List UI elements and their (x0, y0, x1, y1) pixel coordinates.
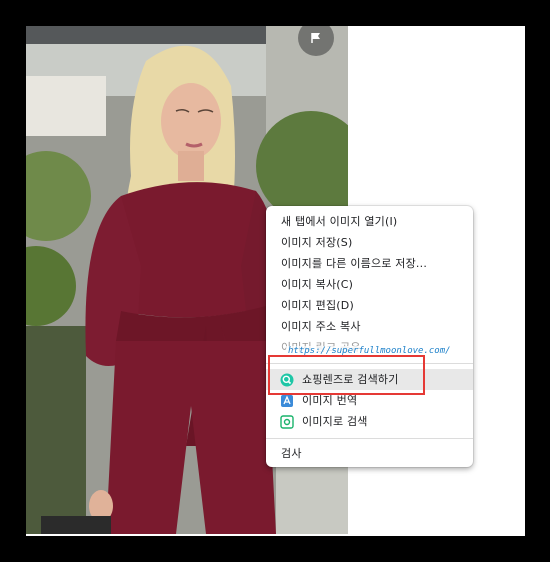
menu-item-save-image[interactable]: 이미지 저장(S) (266, 232, 473, 253)
image-translate-icon (281, 395, 293, 407)
menu-item-inspect[interactable]: 검사 (266, 443, 473, 464)
menu-item-copy-image[interactable]: 이미지 복사(C) (266, 274, 473, 295)
menu-separator (266, 438, 473, 439)
image-search-icon (280, 415, 294, 429)
menu-item-open-image-new-tab[interactable]: 새 탭에서 이미지 열기(I) (266, 211, 473, 232)
menu-item-copy-image-address[interactable]: 이미지 주소 복사 (266, 316, 473, 337)
menu-item-search-by-image[interactable]: 이미지로 검색 (266, 411, 473, 432)
browser-viewport: 새 탭에서 이미지 열기(I) 이미지 저장(S) 이미지를 다른 이름으로 저… (26, 26, 525, 536)
menu-item-edit-image[interactable]: 이미지 편집(D) (266, 295, 473, 316)
context-menu: 새 탭에서 이미지 열기(I) 이미지 저장(S) 이미지를 다른 이름으로 저… (266, 206, 473, 467)
image-search-label: 이미지로 검색 (302, 415, 368, 428)
flag-icon (311, 33, 320, 43)
menu-item-save-image-as[interactable]: 이미지를 다른 이름으로 저장... (266, 253, 473, 274)
image-translate-label: 이미지 번역 (302, 394, 358, 407)
annotation-highlight-box (268, 355, 425, 395)
